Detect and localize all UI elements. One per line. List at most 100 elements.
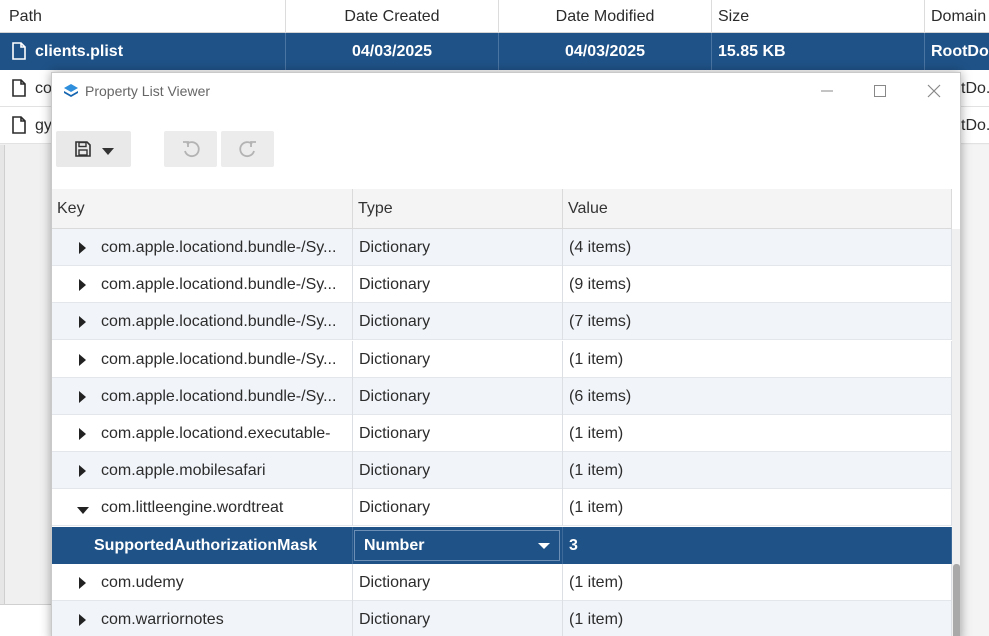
redo-button[interactable] [221, 131, 274, 167]
table-row[interactable]: clients.plist 04/03/2025 04/03/2025 15.8… [0, 33, 989, 70]
toolbar [52, 109, 960, 189]
plist-child-row[interactable]: SupportedAuthorizationMask Number 3 [52, 527, 952, 564]
vertical-scrollbar[interactable] [952, 229, 960, 636]
left-gutter [0, 145, 5, 605]
type-cell[interactable]: Dictionary [353, 489, 563, 526]
plist-grid-header: Key Type Value [52, 189, 952, 229]
domain-cell: tDo... [961, 80, 989, 97]
save-icon [74, 141, 91, 157]
window-title: Property List Viewer [85, 83, 211, 99]
key-label: com.apple.locationd.bundle-/Sy... [101, 388, 337, 405]
date-modified-cell: 04/03/2025 [499, 33, 712, 70]
key-cell[interactable]: com.apple.locationd.bundle-/Sy... [52, 303, 353, 340]
key-label: com.warriornotes [101, 611, 224, 628]
type-cell[interactable]: Dictionary [353, 601, 563, 636]
scrollbar-thumb[interactable] [953, 564, 960, 636]
value-cell[interactable]: (1 item) [563, 564, 952, 601]
value-cell[interactable]: (7 items) [563, 303, 952, 340]
value-cell[interactable]: (1 item) [563, 415, 952, 452]
value-cell[interactable]: (1 item) [563, 452, 952, 489]
column-header-type[interactable]: Type [353, 189, 563, 229]
type-cell[interactable]: Dictionary [353, 266, 563, 303]
type-dropdown[interactable]: Number [354, 530, 560, 561]
value-cell[interactable]: (4 items) [563, 229, 952, 266]
value-cell[interactable]: (6 items) [563, 378, 952, 415]
caret-right-icon[interactable] [79, 341, 89, 378]
key-cell[interactable]: com.apple.locationd.executable- [52, 415, 353, 452]
undo-button[interactable] [164, 131, 217, 167]
caret-right-icon[interactable] [79, 452, 89, 489]
plist-row[interactable]: com.apple.locationd.bundle-/Sy... Diction… [52, 303, 952, 340]
type-cell[interactable]: Dictionary [353, 341, 563, 378]
redo-icon [238, 141, 256, 158]
type-cell[interactable]: Dictionary [353, 303, 563, 340]
column-header-date-created[interactable]: Date Created [286, 0, 499, 33]
minimize-icon [821, 90, 833, 92]
type-cell[interactable]: Dictionary [353, 415, 563, 452]
caret-right-icon[interactable] [79, 378, 89, 415]
key-label: com.apple.locationd.bundle-/Sy... [101, 313, 337, 330]
caret-right-icon[interactable] [79, 564, 89, 601]
plist-row[interactable]: com.apple.locationd.bundle-/Sy... Diction… [52, 378, 952, 415]
key-cell[interactable]: com.apple.locationd.bundle-/Sy... [52, 378, 353, 415]
key-cell[interactable]: com.apple.locationd.bundle-/Sy... [52, 266, 353, 303]
file-icon [12, 116, 26, 134]
type-cell[interactable]: Dictionary [353, 564, 563, 601]
caret-right-icon[interactable] [79, 601, 89, 636]
plist-row[interactable]: com.apple.locationd.bundle-/Sy... Diction… [52, 341, 952, 378]
type-cell[interactable]: Dictionary [353, 452, 563, 489]
file-table-header: Path Date Created Date Modified Size Dom… [0, 0, 989, 33]
value-cell[interactable]: (9 items) [563, 266, 952, 303]
plist-row[interactable]: com.warriornotes Dictionary (1 item) [52, 601, 952, 636]
value-cell[interactable]: 3 [563, 527, 952, 564]
key-cell[interactable]: com.apple.locationd.bundle-/Sy... [52, 229, 353, 266]
key-cell[interactable]: com.warriornotes [52, 601, 353, 636]
save-dropdown-button[interactable] [56, 131, 131, 167]
caret-right-icon[interactable] [79, 266, 89, 303]
type-cell[interactable]: Dictionary [353, 229, 563, 266]
caret-right-icon[interactable] [79, 303, 89, 340]
value-cell[interactable]: (1 item) [563, 341, 952, 378]
plist-row[interactable]: com.udemy Dictionary (1 item) [52, 564, 952, 601]
column-header-size[interactable]: Size [712, 0, 925, 33]
plist-row[interactable]: com.apple.locationd.bundle-/Sy... Diction… [52, 266, 952, 303]
title-bar[interactable]: Property List Viewer [52, 73, 960, 109]
undo-icon [182, 141, 200, 158]
plist-grid-body: com.apple.locationd.bundle-/Sy... Diction… [52, 229, 952, 636]
plist-row[interactable]: com.apple.locationd.bundle-/Sy... Diction… [52, 229, 952, 266]
type-dropdown-value: Number [364, 537, 425, 554]
key-cell[interactable]: com.udemy [52, 564, 353, 601]
chevron-down-icon [538, 543, 550, 549]
maximize-icon [874, 85, 886, 97]
close-button[interactable] [914, 77, 954, 105]
minimize-button[interactable] [807, 77, 847, 105]
key-cell[interactable]: com.apple.mobilesafari [52, 452, 353, 489]
key-label: com.udemy [101, 574, 184, 591]
key-cell[interactable]: com.littleengine.wordtreat [52, 489, 353, 526]
column-header-date-modified[interactable]: Date Modified [499, 0, 712, 33]
maximize-button[interactable] [860, 77, 900, 105]
plist-grid: Key Type Value com.apple.locationd.bundl… [52, 189, 960, 636]
key-cell[interactable]: SupportedAuthorizationMask [52, 527, 353, 564]
type-cell[interactable]: Dictionary [353, 378, 563, 415]
column-header-domain[interactable]: Domain [925, 0, 989, 33]
caret-right-icon[interactable] [79, 415, 89, 452]
plist-row[interactable]: com.apple.locationd.executable- Dictionar… [52, 415, 952, 452]
key-label: com.apple.locationd.bundle-/Sy... [101, 351, 337, 368]
column-header-key[interactable]: Key [52, 189, 353, 229]
plist-row[interactable]: com.littleengine.wordtreat Dictionary (1 i… [52, 489, 952, 526]
path-cell: clients.plist [35, 33, 286, 70]
caret-down-icon[interactable] [77, 489, 89, 526]
key-cell[interactable]: com.apple.locationd.bundle-/Sy... [52, 341, 353, 378]
file-icon [12, 42, 26, 60]
column-header-path[interactable]: Path [0, 0, 286, 33]
domain-cell: RootDo... [931, 43, 989, 60]
app-logo-icon [64, 84, 78, 97]
column-header-value[interactable]: Value [563, 189, 952, 229]
key-label: com.apple.locationd.executable- [101, 425, 331, 442]
value-cell[interactable]: (1 item) [563, 601, 952, 636]
key-label: SupportedAuthorizationMask [94, 537, 318, 554]
plist-row[interactable]: com.apple.mobilesafari Dictionary (1 item) [52, 452, 952, 489]
caret-right-icon[interactable] [79, 229, 89, 266]
value-cell[interactable]: (1 item) [563, 489, 952, 526]
